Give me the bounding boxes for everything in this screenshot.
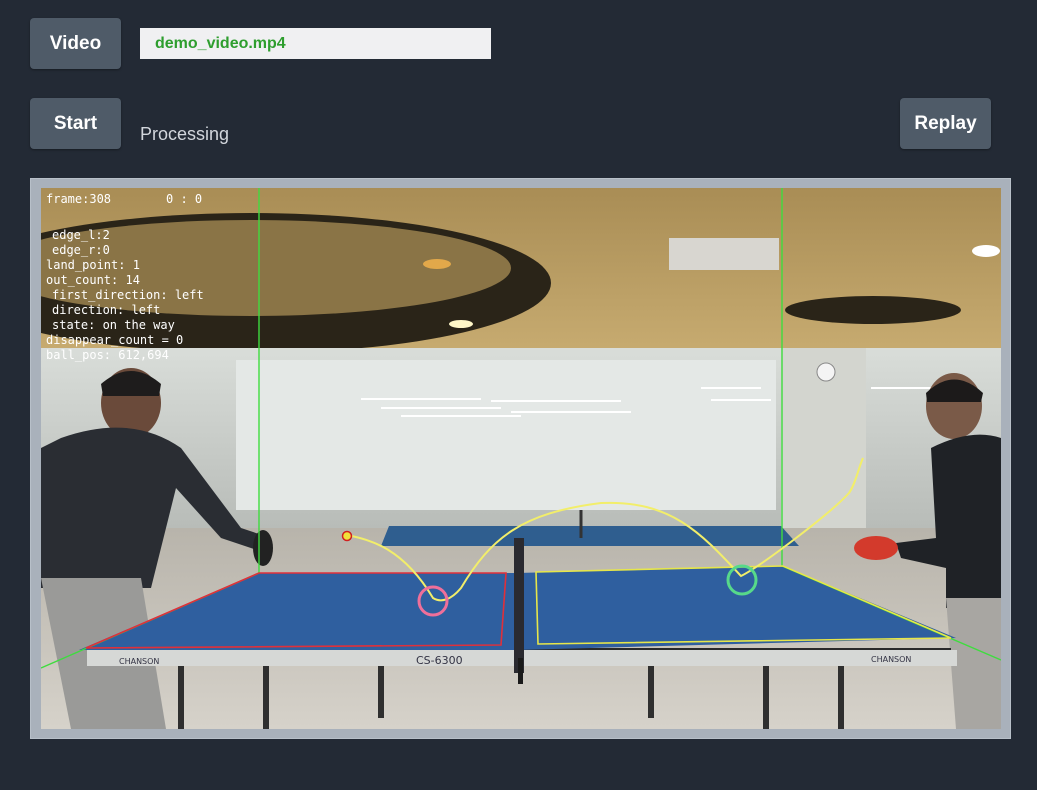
state-text: state: on the way [52,318,175,332]
first-direction-text: first_direction: left [52,288,204,302]
ceiling-vent [669,238,779,270]
video-canvas: CHANSON CS-6300 CHANSON frame:308 0 : 0 … [41,188,1001,729]
edge-r-text: edge_r:0 [52,243,110,257]
video-frame: CHANSON CS-6300 CHANSON frame:308 0 : 0 … [30,178,1011,739]
land-point-text: land_point: 1 [46,258,140,272]
ceiling-light [449,320,473,328]
video-button[interactable]: Video [30,18,121,69]
replay-button[interactable]: Replay [900,98,991,149]
filename-field: demo_video.mp4 [140,28,491,59]
wall-clock [816,362,836,382]
ball-pos-text: ball_pos: 612,694 [46,348,169,362]
whiteboard-wall [236,360,776,510]
direction-text: direction: left [52,303,160,317]
start-button[interactable]: Start [30,98,121,149]
table-brand-right: CHANSON [871,655,911,664]
table-net [514,538,524,673]
net-post [518,658,523,684]
ball-marker [341,530,353,542]
disappear-count-text: disappear_count = 0 [46,333,183,347]
background-table [381,526,799,546]
frame-counter: frame:308 [46,192,111,206]
edge-l-text: edge_l:2 [52,228,110,242]
table-brand-left: CHANSON [119,657,159,666]
score-text: 0 : 0 [166,192,202,206]
status-text: Processing [140,124,230,144]
ceiling-light [423,259,451,269]
ceiling-recess-right [785,296,961,324]
out-count-text: out_count: 14 [46,273,140,287]
table-model: CS-6300 [416,654,463,667]
ceiling-light [972,245,1000,257]
